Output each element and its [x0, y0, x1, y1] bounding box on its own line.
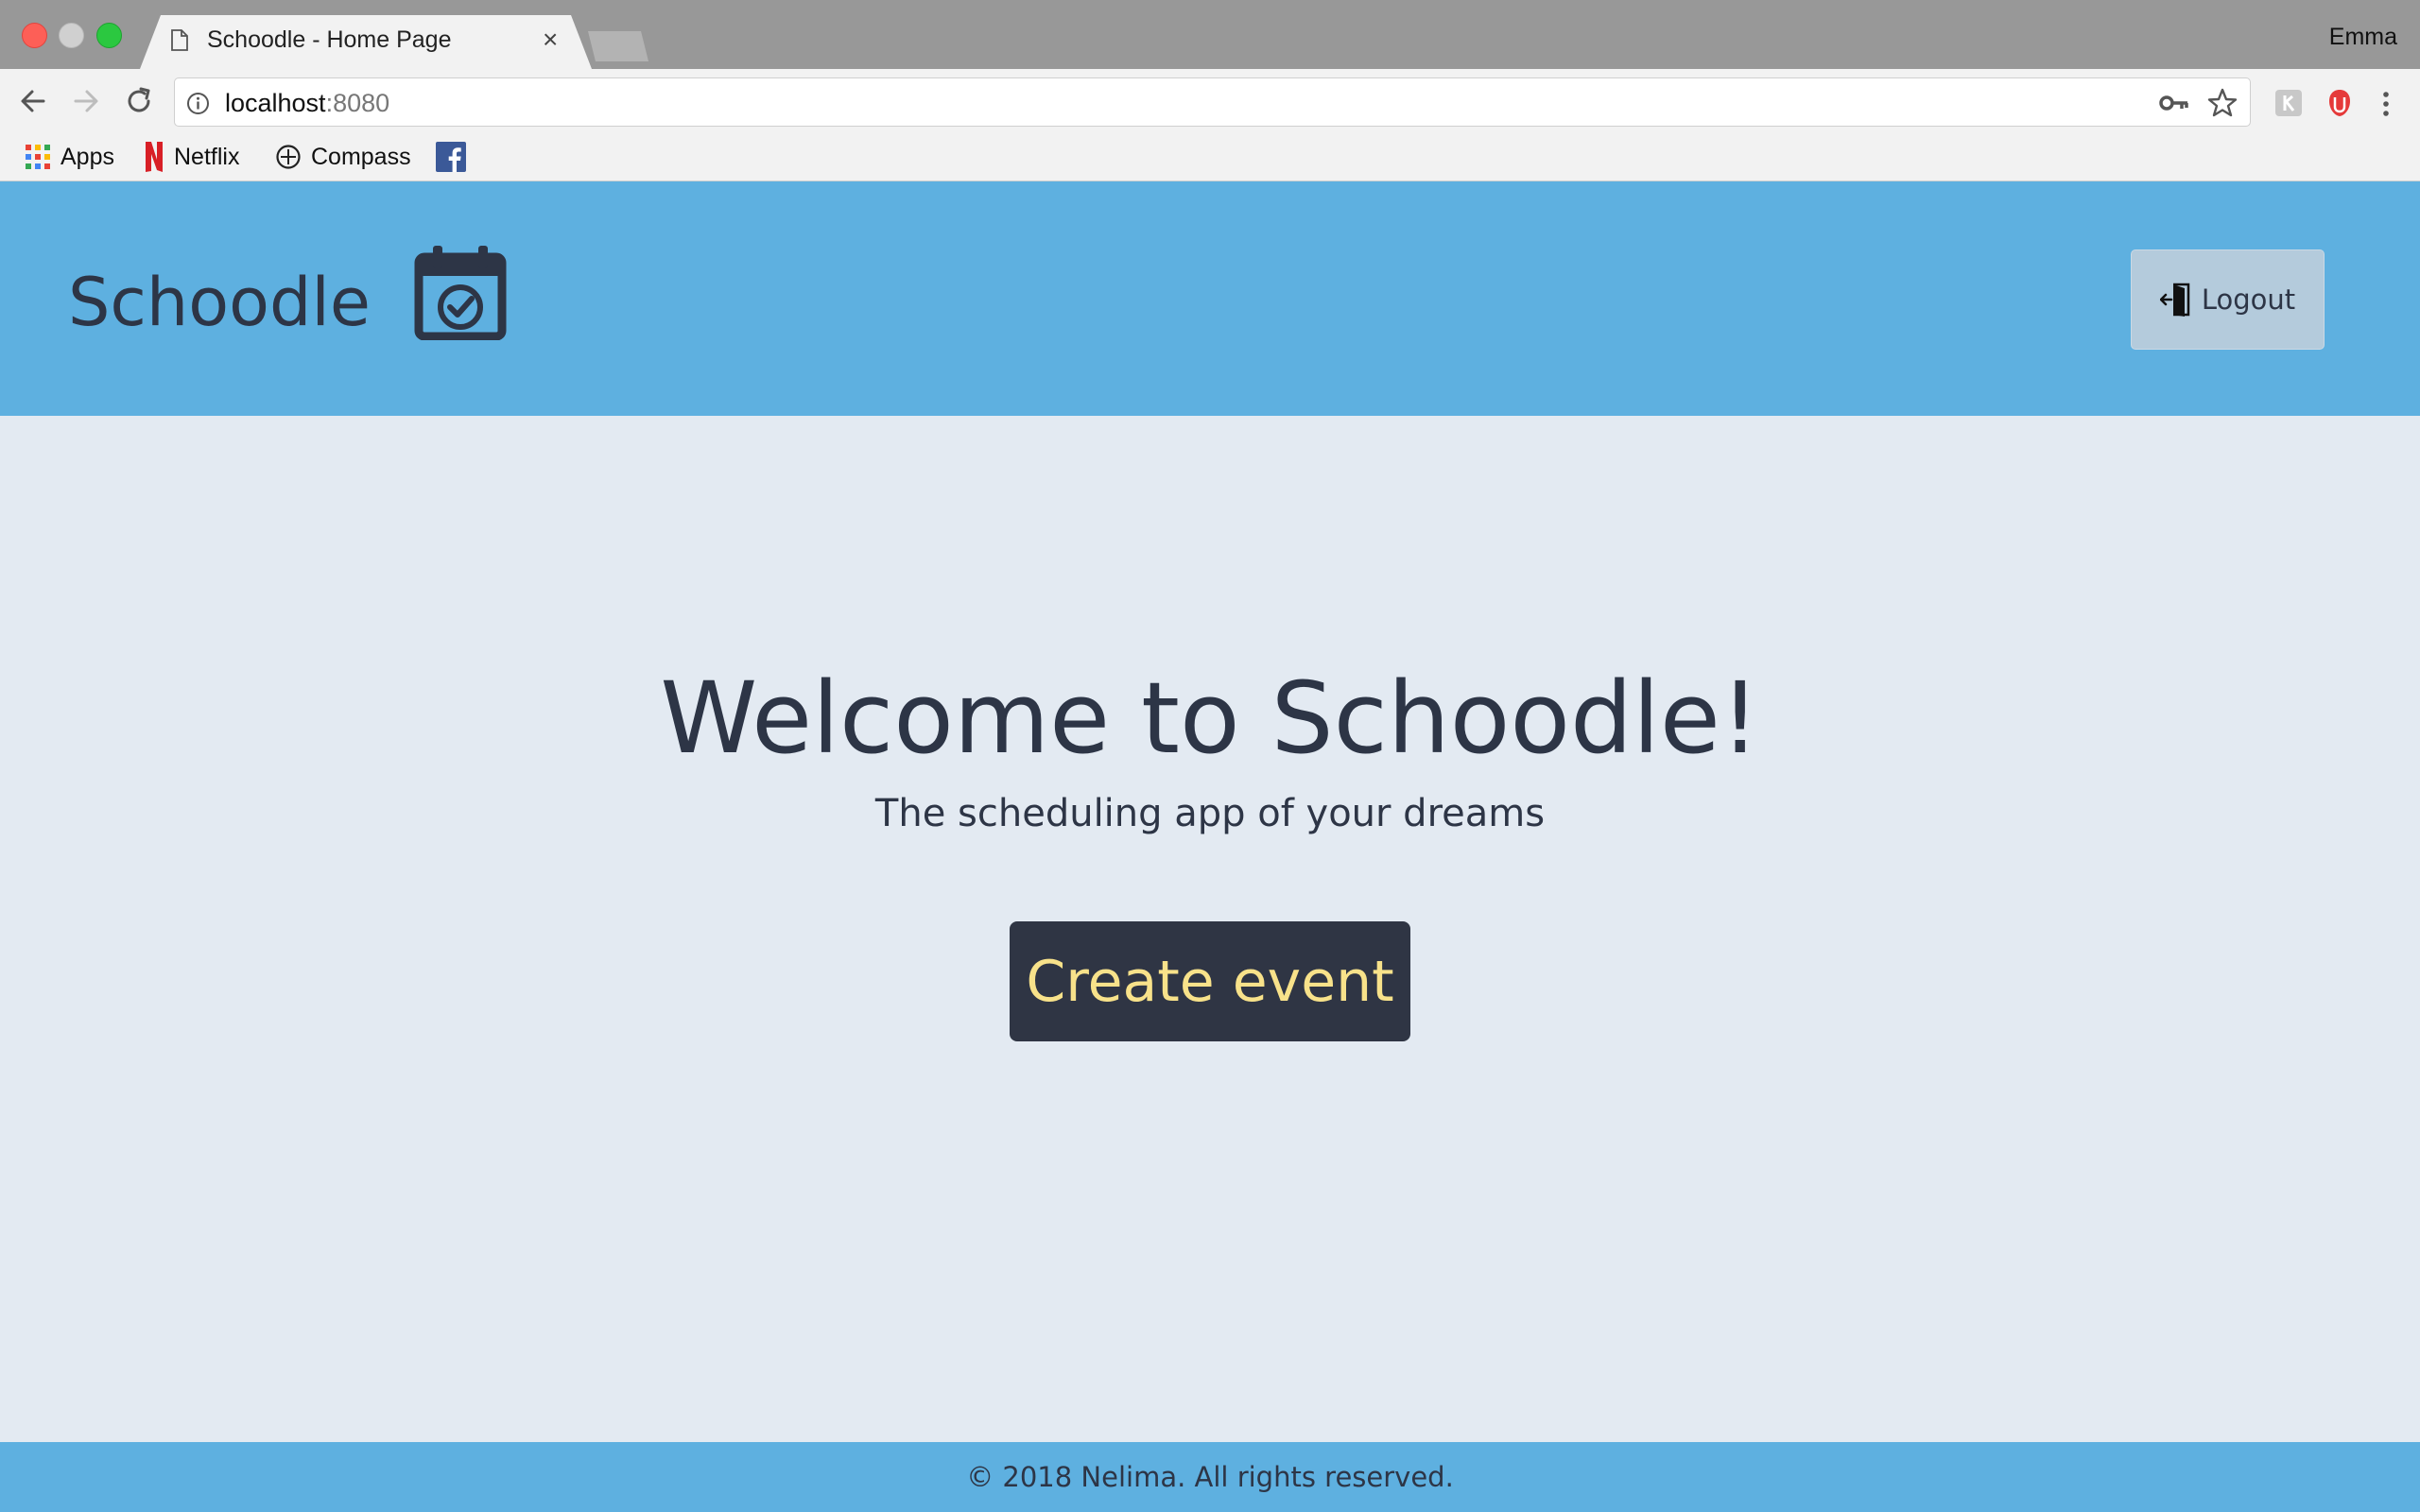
bookmark-apps[interactable]: Apps	[25, 141, 114, 173]
window-maximize-button[interactable]	[96, 23, 122, 48]
hero-subtitle: The scheduling app of your dreams	[874, 792, 1546, 835]
site-footer: © 2018 Nelima. All rights reserved.	[0, 1442, 2420, 1512]
profile-name[interactable]: Emma	[2329, 24, 2397, 51]
bookmark-label: Netflix	[174, 143, 240, 170]
browser-menu-icon[interactable]	[2377, 89, 2395, 119]
reload-icon[interactable]	[121, 83, 157, 119]
key-icon[interactable]	[2159, 93, 2189, 113]
address-url: localhost:8080	[225, 89, 389, 118]
extension-icon[interactable]	[2274, 89, 2303, 117]
hero-title: Welcome to Schoodle!	[660, 661, 1760, 776]
site-info-icon[interactable]	[186, 92, 210, 115]
tab-close-icon[interactable]: ×	[543, 26, 558, 54]
url-port: :8080	[325, 89, 390, 117]
apps-grid-icon	[26, 145, 50, 169]
url-host: localhost	[225, 89, 326, 117]
create-event-button[interactable]: Create event	[1010, 921, 1410, 1041]
back-arrow-icon[interactable]	[15, 83, 51, 119]
adblock-extension-icon[interactable]	[2325, 88, 2355, 118]
footer-copyright: © 2018 Nelima. All rights reserved.	[966, 1461, 1454, 1493]
facebook-icon	[436, 142, 466, 172]
calendar-check-icon	[414, 246, 507, 340]
bookmark-facebook[interactable]	[436, 141, 475, 173]
logout-label: Logout	[2201, 284, 2296, 316]
document-icon	[171, 29, 188, 51]
logout-button[interactable]: Logout	[2131, 249, 2325, 350]
address-bar[interactable]	[174, 77, 2251, 127]
compass-icon	[276, 145, 301, 169]
bookmark-netflix[interactable]: Netflix	[144, 141, 239, 173]
bookmark-label: Compass	[311, 143, 411, 170]
door-exit-icon	[2159, 283, 2190, 317]
bookmark-compass[interactable]: Compass	[275, 141, 411, 173]
new-tab-button[interactable]	[588, 31, 648, 61]
bookmark-label: Apps	[60, 143, 114, 170]
netflix-icon	[146, 142, 163, 172]
window-close-button[interactable]	[22, 23, 47, 48]
brand-logo-text[interactable]: Schoodle	[68, 263, 371, 342]
window-minimize-button[interactable]	[59, 23, 84, 48]
forward-arrow-icon[interactable]	[68, 83, 104, 119]
bookmark-star-icon[interactable]	[2206, 87, 2238, 119]
tab-title: Schoodle - Home Page	[207, 26, 452, 53]
